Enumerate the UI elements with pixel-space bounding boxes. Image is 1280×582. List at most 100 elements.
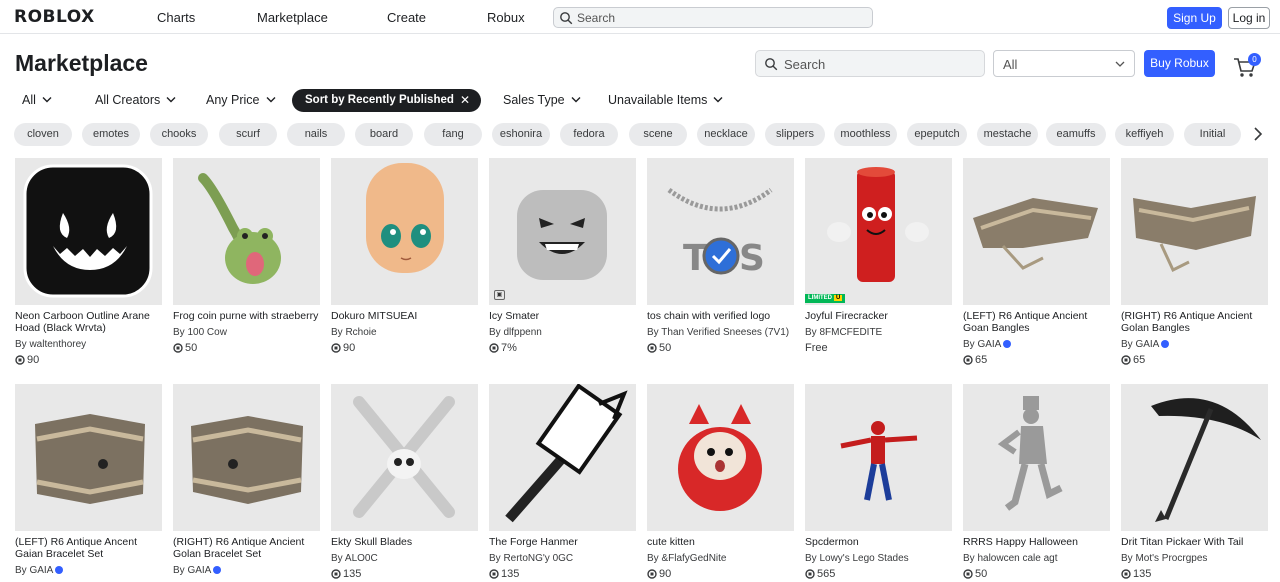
close-icon[interactable]: ✕ bbox=[460, 89, 470, 112]
item-thumbnail[interactable]: ▣ bbox=[489, 158, 636, 305]
item-thumbnail[interactable] bbox=[173, 384, 320, 531]
item-name[interactable]: tos chain with verified logo bbox=[647, 310, 797, 322]
item-thumbnail[interactable]: TS bbox=[647, 158, 794, 305]
tag-chip[interactable]: eshonira bbox=[492, 123, 550, 146]
category-select[interactable]: All bbox=[993, 50, 1135, 77]
item-name[interactable]: Neon Carboon Outline Arane Hoad (Black W… bbox=[15, 310, 165, 334]
item-thumbnail[interactable] bbox=[15, 158, 162, 305]
item-name[interactable]: Joyful Firecracker bbox=[805, 310, 955, 322]
tag-chip[interactable]: scurf bbox=[219, 123, 277, 146]
sign-up-button[interactable]: Sign Up bbox=[1167, 7, 1222, 29]
item-creator[interactable]: By halowcen cale agt bbox=[963, 553, 1058, 564]
item-name[interactable]: (RIGHT) R6 Antique Ancient Golan Bangles bbox=[1121, 310, 1271, 334]
item-creator[interactable]: By 100 Cow bbox=[173, 327, 227, 338]
item-thumbnail[interactable] bbox=[15, 384, 162, 531]
robux-icon bbox=[647, 343, 657, 353]
item-creator[interactable]: By RertoNG'y 0GC bbox=[489, 553, 573, 564]
item-name[interactable]: (RIGHT) R6 Antique Ancient Golan Bracele… bbox=[173, 536, 323, 560]
robux-icon bbox=[331, 343, 341, 353]
buy-robux-button[interactable]: Buy Robux bbox=[1144, 50, 1215, 77]
search-icon bbox=[560, 12, 573, 25]
item-name[interactable]: cute kitten bbox=[647, 536, 797, 548]
nav-link-charts[interactable]: Charts bbox=[157, 10, 195, 25]
item-name[interactable]: (LEFT) R6 Antique Ancent Gaian Bracelet … bbox=[15, 536, 165, 560]
item-thumbnail[interactable] bbox=[173, 158, 320, 305]
chevron-down-icon bbox=[1115, 61, 1125, 67]
item-price: 135 bbox=[489, 568, 519, 580]
tag-chip[interactable]: cloven bbox=[14, 123, 72, 146]
item-name[interactable]: (LEFT) R6 Antique Ancient Goan Bangles bbox=[963, 310, 1113, 334]
filter-sales-type[interactable]: Sales Type bbox=[503, 93, 581, 107]
item-thumbnail[interactable] bbox=[963, 158, 1110, 305]
item-name[interactable]: Spcdermon bbox=[805, 536, 955, 548]
item-creator[interactable]: By ALO0C bbox=[331, 553, 378, 564]
item-thumbnail[interactable] bbox=[963, 384, 1110, 531]
filter-creators[interactable]: All Creators bbox=[95, 93, 176, 107]
tag-chip[interactable]: epeputch bbox=[907, 123, 967, 146]
chevron-right-icon[interactable] bbox=[1252, 127, 1264, 141]
item-name[interactable]: RRRS Happy Halloween bbox=[963, 536, 1113, 548]
roblox-logo[interactable]: ROBLOX bbox=[14, 7, 95, 27]
top-search-input[interactable]: Search bbox=[553, 7, 873, 28]
item-creator[interactable]: By &FlafyGedNite bbox=[647, 553, 726, 564]
skull-blades-icon bbox=[353, 396, 455, 518]
tag-chip[interactable]: keffiyeh bbox=[1115, 123, 1174, 146]
item-name[interactable]: Icy Smater bbox=[489, 310, 639, 322]
tag-chip[interactable]: emotes bbox=[82, 123, 140, 146]
item-creator[interactable]: By GAIA bbox=[173, 565, 222, 576]
filter-price[interactable]: Any Price bbox=[206, 93, 276, 107]
item-price-value: 50 bbox=[185, 342, 198, 354]
item-name[interactable]: The Forge Hanmer bbox=[489, 536, 639, 548]
item-name[interactable]: Frog coin purne with straeberry bbox=[173, 310, 323, 322]
item-name[interactable]: Ekty Skull Blades bbox=[331, 536, 481, 548]
item-creator[interactable]: By GAIA bbox=[15, 565, 64, 576]
log-in-button[interactable]: Log in bbox=[1228, 7, 1270, 29]
item-thumbnail[interactable] bbox=[331, 158, 478, 305]
nav-link-robux[interactable]: Robux bbox=[487, 10, 525, 25]
item-thumbnail[interactable] bbox=[1121, 384, 1268, 531]
tag-chip[interactable]: scene bbox=[629, 123, 687, 146]
filter-category[interactable]: All bbox=[22, 93, 52, 107]
tag-chip[interactable]: moothless bbox=[834, 123, 897, 146]
item-creator-name: By GAIA bbox=[1121, 339, 1160, 350]
item-creator[interactable]: By Mot's Procrgpes bbox=[1121, 553, 1207, 564]
nav-link-marketplace[interactable]: Marketplace bbox=[257, 10, 328, 25]
sort-filter-pill[interactable]: Sort by Recently Published ✕ bbox=[292, 89, 481, 112]
tag-chip[interactable]: board bbox=[355, 123, 413, 146]
item-price-value: 50 bbox=[659, 342, 672, 354]
item-creator[interactable]: By 8FMCFEDITE bbox=[805, 327, 882, 338]
item-name[interactable]: Drit Titan Pickaer With Tail bbox=[1121, 536, 1271, 548]
spiderman-figure-icon bbox=[840, 421, 918, 501]
item-creator[interactable]: By dlfppenn bbox=[489, 327, 542, 338]
nav-link-create[interactable]: Create bbox=[387, 10, 426, 25]
filter-unavailable[interactable]: Unavailable Items bbox=[608, 93, 723, 107]
marketplace-search-input[interactable]: Search bbox=[755, 50, 985, 77]
tag-chip[interactable]: nails bbox=[287, 123, 345, 146]
tag-chip[interactable]: fang bbox=[424, 123, 482, 146]
tag-chip[interactable]: chooks bbox=[150, 123, 208, 146]
item-price-value: 90 bbox=[343, 342, 356, 354]
chevron-down-icon bbox=[166, 97, 176, 103]
item-creator[interactable]: By Than Verified Sneeses (7V1) bbox=[647, 327, 789, 338]
item-creator[interactable]: By Rchoie bbox=[331, 327, 377, 338]
item-thumbnail[interactable] bbox=[647, 384, 794, 531]
item-thumbnail[interactable] bbox=[331, 384, 478, 531]
tag-chip[interactable]: mestache bbox=[977, 123, 1038, 146]
tag-chip[interactable]: necklace bbox=[697, 123, 755, 146]
item-thumbnail[interactable]: LIMITED U bbox=[805, 158, 952, 305]
tag-chip[interactable]: Initial bbox=[1184, 123, 1241, 146]
tag-chip[interactable]: slippers bbox=[765, 123, 825, 146]
tag-chip[interactable]: fedora bbox=[560, 123, 618, 146]
item-thumbnail[interactable] bbox=[805, 384, 952, 531]
item-name[interactable]: Dokuro MITSUEAI bbox=[331, 310, 481, 322]
filter-sales-type-label: Sales Type bbox=[503, 93, 565, 107]
item-creator[interactable]: By Lowy's Lego Stades bbox=[805, 553, 909, 564]
item-price: 50 bbox=[647, 342, 671, 354]
item-thumbnail[interactable] bbox=[489, 384, 636, 531]
item-creator[interactable]: By GAIA bbox=[1121, 339, 1170, 350]
item-thumbnail[interactable] bbox=[1121, 158, 1268, 305]
filter-unavailable-label: Unavailable Items bbox=[608, 93, 708, 107]
item-creator[interactable]: By GAIA bbox=[963, 339, 1012, 350]
item-creator[interactable]: By waltenthorey bbox=[15, 339, 86, 350]
tag-chip[interactable]: eamuffs bbox=[1046, 123, 1106, 146]
